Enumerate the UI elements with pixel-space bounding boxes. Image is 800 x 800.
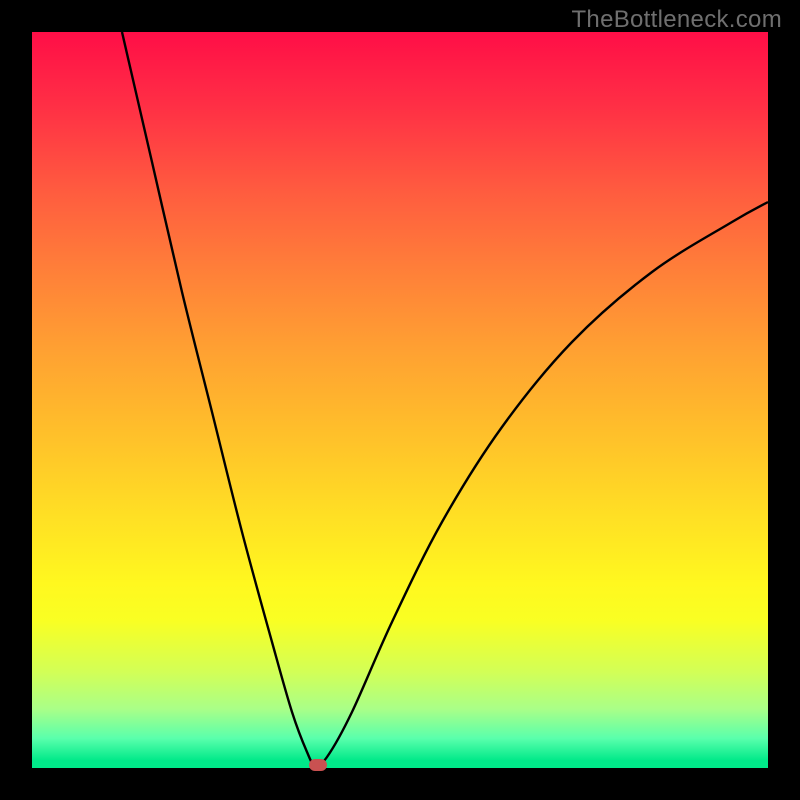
watermark-text: TheBottleneck.com [571,6,782,34]
chart-plot-area [32,32,768,768]
bottleneck-curve [32,32,768,768]
optimal-point-marker [309,759,327,771]
curve-path [122,32,768,765]
